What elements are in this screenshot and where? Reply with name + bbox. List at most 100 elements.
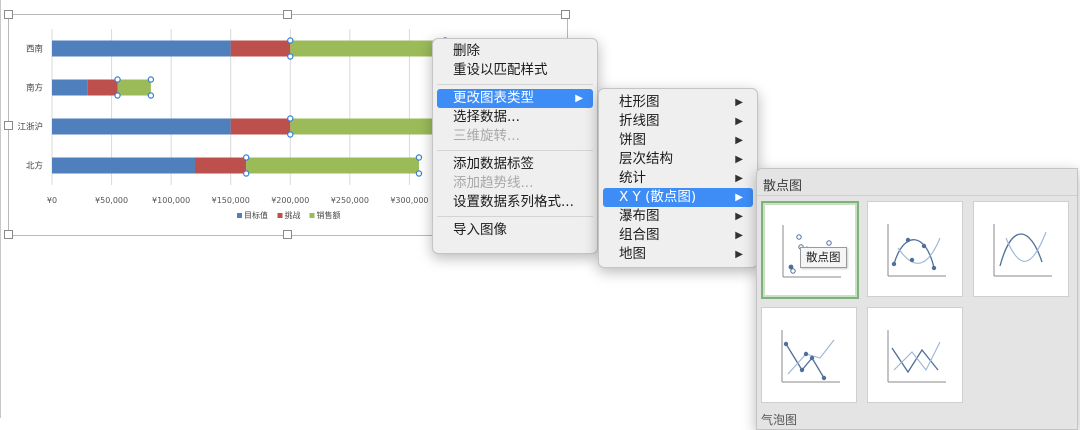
context-menu: 删除 重设以匹配样式 更改图表类型 ▶ 选择数据... 三维旋转... 添加数据标签 添加趋势…	[432, 38, 598, 254]
bar-segment[interactable]	[52, 118, 231, 135]
scatter-chart-gallery: 散点图 气泡图	[756, 168, 1078, 430]
resize-handle-middle-left[interactable]	[4, 121, 13, 130]
bar-segment[interactable]	[52, 157, 195, 174]
bar-segment[interactable]	[246, 157, 419, 174]
submenu-arrow-icon: ▶	[735, 154, 743, 165]
resize-handle-top-right[interactable]	[561, 10, 570, 19]
legend-entry[interactable]: 目标值	[244, 210, 268, 220]
chart-type-preview-icon	[781, 330, 840, 383]
menu-item[interactable]: 删除	[437, 42, 593, 61]
menu-item[interactable]: 重设以匹配样式	[437, 61, 593, 80]
legend-swatch	[277, 213, 283, 218]
menu-item-label: 折线图	[619, 113, 660, 129]
marker	[909, 257, 915, 263]
marker	[809, 355, 815, 361]
chart-type-preview-icon	[993, 224, 1052, 277]
menu-item[interactable]: 瀑布图 ▶	[603, 207, 753, 226]
legend-swatch	[237, 213, 242, 218]
menu-item-label: 添加数据标签	[453, 156, 534, 172]
selection-handle[interactable]	[147, 76, 155, 83]
menu-item[interactable]: 设置数据系列格式...	[437, 193, 593, 212]
submenu-arrow-icon: ▶	[735, 135, 743, 146]
menu-item-label: 组合图	[619, 227, 660, 243]
marker	[921, 243, 927, 249]
selection-handle[interactable]	[287, 131, 294, 138]
legend-entry[interactable]: 销售额	[317, 210, 341, 220]
bar-segment[interactable]	[117, 79, 151, 96]
curve	[893, 239, 935, 269]
bar-segment[interactable]	[194, 157, 247, 174]
submenu-arrow-icon: ▶	[735, 192, 743, 203]
selection-handle[interactable]	[287, 37, 294, 44]
chart-type-tile-scatter-straight-lines[interactable]	[867, 307, 963, 403]
menu-item[interactable]: 更改图表类型 ▶	[437, 89, 593, 108]
gallery-next-section: 气泡图	[761, 413, 798, 427]
chart-type-preview-icon	[887, 330, 946, 383]
gallery-divider	[757, 195, 1077, 196]
menu-item-label: 层次结构	[619, 151, 673, 167]
chart-type-tile-scatter-smooth-lines[interactable]	[973, 201, 1069, 297]
menu-item[interactable]: 层次结构 ▶	[603, 150, 753, 169]
chart-type-submenu: 柱形图 ▶ 折线图 ▶ 饼图 ▶ 层次结构 ▶ 统计 ▶ X Y (散点图) ▶ 瀑布图 ▶ 组合图 ▶ 地图 ▶	[598, 88, 758, 268]
menu-item-label: 重设以匹配样式	[453, 62, 548, 78]
resize-handle-top-left[interactable]	[4, 10, 13, 19]
menu-item[interactable]: 柱形图 ▶	[603, 93, 753, 112]
menu-item-label: 瀑布图	[619, 208, 660, 224]
selection-handle[interactable]	[243, 170, 250, 177]
y-category-label: 南方	[26, 83, 43, 94]
menu-item-label: X Y (散点图)	[619, 189, 697, 205]
bar-segment[interactable]	[230, 40, 291, 57]
menu-item[interactable]: 导入图像	[437, 221, 593, 240]
selection-handle[interactable]	[415, 170, 423, 177]
bar-segment[interactable]	[290, 40, 446, 57]
menu-item-label: 删除	[453, 43, 480, 59]
submenu-arrow-icon: ▶	[575, 93, 583, 104]
menu-item-label: 添加趋势线...	[453, 175, 534, 191]
selection-handle[interactable]	[415, 154, 423, 161]
curve	[897, 237, 941, 264]
gallery-header: 散点图	[763, 179, 803, 194]
submenu-arrow-icon: ▶	[735, 230, 743, 241]
menu-item[interactable]: 地图 ▶	[603, 245, 753, 264]
menu-item: 添加趋势线...	[437, 174, 593, 193]
menu-item-label: 统计	[619, 170, 646, 186]
menu-item-label: 设置数据系列格式...	[453, 194, 574, 210]
selection-handle[interactable]	[114, 76, 121, 83]
submenu-arrow-icon: ▶	[735, 116, 743, 127]
selection-handle[interactable]	[287, 53, 294, 60]
x-tick-label: ¥100,000	[152, 196, 190, 205]
x-tick-label: ¥50,000	[95, 196, 128, 205]
marker	[891, 261, 897, 267]
selection-handle[interactable]	[114, 92, 121, 99]
menu-item[interactable]: 组合图 ▶	[603, 226, 753, 245]
resize-handle-bottom-left[interactable]	[4, 230, 13, 239]
menu-item-label: 饼图	[619, 132, 646, 148]
selection-handle[interactable]	[147, 92, 155, 99]
selection-handle[interactable]	[243, 154, 250, 161]
chart-type-tile-scatter-straight-lines-markers[interactable]	[761, 307, 857, 403]
menu-item[interactable]: 饼图 ▶	[603, 131, 753, 150]
bar-segment[interactable]	[87, 79, 118, 96]
menu-item[interactable]: 统计 ▶	[603, 169, 753, 188]
menu-item[interactable]: X Y (散点图) ▶	[603, 188, 753, 207]
bar-segment[interactable]	[52, 79, 88, 96]
marker	[905, 237, 911, 243]
bar-segment[interactable]	[230, 118, 291, 135]
x-tick-label: ¥300,000	[390, 196, 428, 205]
selection-handle[interactable]	[287, 115, 294, 122]
resize-handle-top-middle[interactable]	[283, 10, 292, 19]
polyline	[893, 341, 941, 372]
marker	[821, 375, 827, 381]
menu-item[interactable]: 添加数据标签	[437, 155, 593, 174]
resize-handle-bottom-middle[interactable]	[283, 230, 292, 239]
marker	[826, 240, 832, 246]
bar-segment[interactable]	[52, 40, 231, 57]
chart-type-tile-scatter-smooth-lines-markers[interactable]	[867, 201, 963, 297]
menu-item-label: 选择数据...	[453, 109, 520, 125]
legend-entry[interactable]: 挑战	[285, 210, 301, 220]
menu-item[interactable]: 选择数据...	[437, 108, 593, 127]
menu-item[interactable]: 折线图 ▶	[603, 112, 753, 131]
submenu-arrow-icon: ▶	[735, 97, 743, 108]
x-tick-label: ¥150,000	[212, 196, 250, 205]
bar-segment[interactable]	[290, 118, 446, 135]
